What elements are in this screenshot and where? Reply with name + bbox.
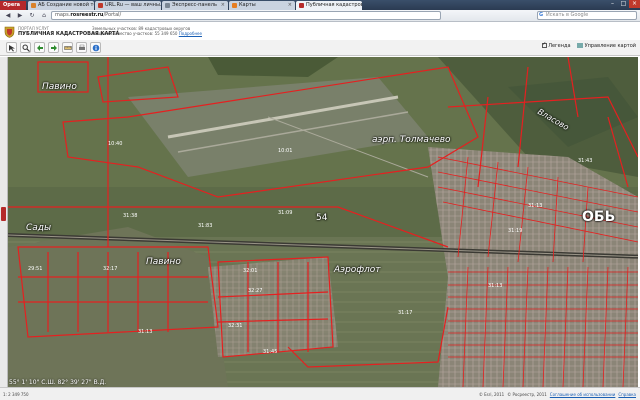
browser-tab[interactable]: АБ Создание новой темы... × [28,1,94,10]
reload-icon[interactable]: ↻ [27,11,37,20]
close-icon[interactable]: × [221,1,225,10]
place-label: 54 [316,213,328,223]
svg-text:31:13: 31:13 [528,203,542,209]
place-label: ОБЬ [582,209,616,225]
stats-total: Общее количество участков: 55 349 650 [92,31,178,36]
status-bar: 1: 2 349 750 © Esri, 2011 © Росреестр, 2… [0,387,640,400]
svg-text:31:19: 31:19 [508,228,522,234]
svg-text:32:31: 32:31 [228,323,242,329]
layers-toggle[interactable]: Управление картой [576,43,636,49]
info-tool-button[interactable] [90,42,101,53]
credit-esri: © Esri, 2011 [478,392,505,397]
layers-label: Управление картой [584,43,636,49]
url-prefix: maps. [55,12,71,18]
tab-favicon [98,3,103,8]
svg-text:10:01: 10:01 [278,148,292,154]
credit-rosreestr: © Росреестр, 2011 [507,392,547,397]
svg-text:32:17: 32:17 [103,266,117,272]
tab-label: Карты [239,2,256,8]
select-icon [8,44,15,51]
forward-extent-button[interactable] [48,42,59,53]
panel-toggle-icon[interactable] [1,207,6,221]
side-panel-handle[interactable] [0,57,8,387]
tab-label: Публичная кадастров... [306,2,362,8]
url-path: /Portal/ [103,12,122,18]
terms-link[interactable]: Соглашение об использовании [550,392,616,397]
svg-text:31:83: 31:83 [198,223,212,229]
back-icon[interactable]: ◀ [3,11,13,20]
parcel-stats: Земельных участков: 89 кадастровых округ… [92,26,202,36]
browser-tab-bar: Opera АБ Создание новой темы... × URL.Ru… [0,0,640,10]
toolbar-right: Легенда Управление картой [542,41,636,49]
tab-label: АБ Создание новой темы... [38,2,94,8]
svg-text:31:45: 31:45 [263,349,277,355]
tab-favicon [165,3,170,8]
help-link[interactable]: Справка [618,392,636,397]
address-field[interactable]: maps.rosreestr.ru/Portal/ [51,11,441,20]
zoom-icon [22,44,30,52]
browser-tab-active[interactable]: Публичная кадастров... × [296,1,362,10]
tab-favicon [299,3,304,8]
tab-favicon [232,3,237,8]
map-toolbar: Легенда Управление картой [0,40,640,56]
cursor-coordinates: 55° 1' 10" С.Ш. 82° 39' 27" В.Д. [9,379,107,386]
layers-icon [576,43,583,48]
browser-tab[interactable]: Карты × [229,1,295,10]
coat-of-arms-icon [4,26,15,38]
select-tool-button[interactable] [6,42,17,53]
map-canvas[interactable]: 10:40 10:01 31:38 31:83 31:09 29:51 32:1… [8,57,638,387]
arrow-right-icon [50,44,57,51]
legend-label: Легенда [548,43,571,49]
place-label: аэрп. Толмачево [372,135,451,145]
opera-menu-button[interactable]: Opera [0,1,26,10]
map-scale: 1: 2 349 750 [3,392,29,397]
browser-nav-bar: ◀ ▶ ↻ ⌂ maps.rosreestr.ru/Portal/ G Иска… [0,10,640,22]
search-input[interactable]: G Искать в Google [537,11,637,20]
svg-text:31:09: 31:09 [278,210,292,216]
ruler-icon [63,45,72,50]
legend-toggle[interactable]: Легенда [542,41,571,49]
portal-header: ПОРТАЛ УСЛУГ ПУБЛИЧНАЯ КАДАСТРОВАЯ КАРТА… [0,23,640,40]
tab-favicon [31,3,36,8]
place-label: Павино [146,257,181,267]
browser-tab[interactable]: URL.Ru — ваш личны... × [95,1,161,10]
credits: © Esri, 2011 © Росреестр, 2011 Соглашени… [479,392,636,397]
stats-more-link[interactable]: Подробнее [179,31,202,36]
tab-label: Экспресс-панель [172,2,217,8]
place-label: Павино [42,82,77,92]
place-label: Аэрофлот [334,265,381,275]
minimize-icon[interactable]: – [607,0,618,8]
tab-label: URL.Ru — ваш личны... [105,2,161,8]
stats-line: Общее количество участков: 55 349 650 По… [92,31,202,36]
url-domain: rosreestr.ru [70,12,104,18]
svg-text:32:27: 32:27 [248,288,262,294]
svg-text:31:13: 31:13 [138,329,152,335]
svg-text:10:40: 10:40 [108,141,122,147]
place-label: Сады [26,223,52,233]
legend-checkbox[interactable] [542,41,548,48]
back-extent-button[interactable] [34,42,45,53]
window-controls: – □ × [607,0,640,8]
browser-tab[interactable]: Экспресс-панель × [162,1,228,10]
svg-text:31:43: 31:43 [578,158,592,164]
maximize-icon[interactable]: □ [618,0,629,8]
forward-icon[interactable]: ▶ [15,11,25,20]
info-icon [92,44,99,51]
svg-text:31:13: 31:13 [488,283,502,289]
print-icon [78,44,85,50]
home-icon[interactable]: ⌂ [39,11,49,20]
svg-text:29:51: 29:51 [28,266,42,272]
close-icon[interactable]: × [288,1,292,10]
arrow-left-icon [36,44,43,51]
measure-tool-button[interactable] [62,42,73,53]
search-placeholder: Искать в Google [546,12,589,18]
print-tool-button[interactable] [76,42,87,53]
svg-text:31:38: 31:38 [123,213,137,219]
svg-text:31:17: 31:17 [398,310,412,316]
svg-text:32:01: 32:01 [243,268,257,274]
window-close-icon[interactable]: × [629,0,640,8]
zoom-tool-button[interactable] [20,42,31,53]
google-icon: G [539,12,544,18]
